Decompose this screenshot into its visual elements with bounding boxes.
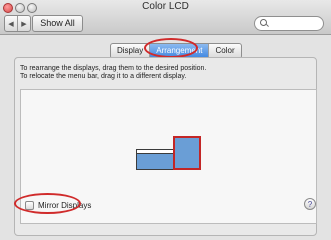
main-display[interactable] [136,149,174,170]
secondary-display[interactable] [173,136,201,170]
show-all-button[interactable]: Show All [32,15,83,32]
display-group [21,136,316,176]
window-title: Color LCD [142,1,189,12]
forward-arrow-icon: ▶ [21,20,27,28]
back-arrow-icon: ◀ [8,20,14,28]
forward-button[interactable]: ▶ [17,16,30,31]
instruction-line-1: To rearrange the displays, drag them to … [20,65,207,72]
mirror-displays-option[interactable]: Mirror Displays [25,199,91,211]
instruction-line-2: To relocate the menu bar, drag it to a d… [20,73,187,80]
tab-display[interactable]: Display [111,44,149,58]
preferences-window: Color LCD ◀ ▶ Show All Display Arrangeme… [0,0,331,240]
help-button[interactable]: ? [304,198,316,210]
title-bar: Color LCD ◀ ▶ Show All [0,0,331,35]
tab-arrangement[interactable]: Arrangement [149,44,209,58]
back-button[interactable]: ◀ [5,16,17,31]
instructions: To rearrange the displays, drag them to … [20,65,320,81]
search-input[interactable] [254,16,324,31]
tab-color[interactable]: Color [208,44,240,58]
menu-bar-indicator[interactable] [137,150,173,154]
navigation-buttons: ◀ ▶ [4,15,31,32]
mirror-displays-checkbox[interactable] [25,200,34,210]
magnifier-icon [260,19,267,26]
mirror-displays-label: Mirror Displays [38,200,92,210]
preferences-body: Display Arrangement Color To rearrange t… [0,35,331,240]
